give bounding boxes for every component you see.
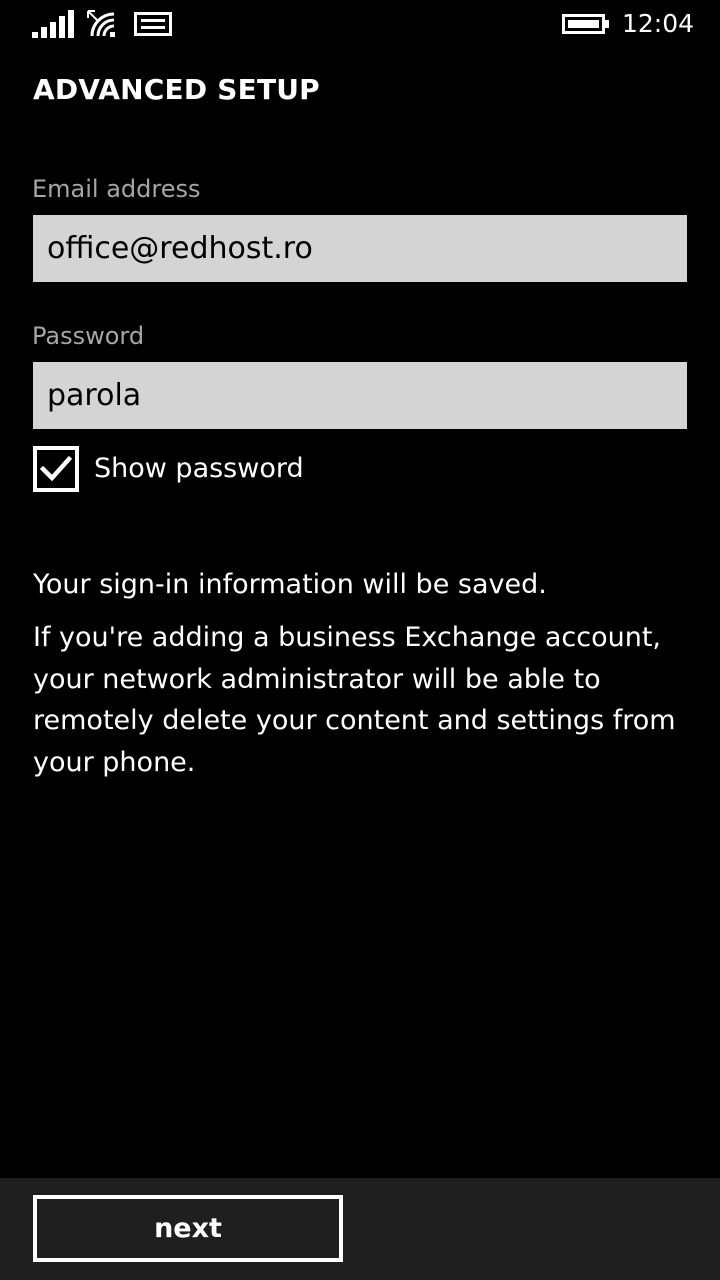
- info-saved-text: Your sign-in information will be saved.: [33, 569, 547, 600]
- page-title: ADVANCED SETUP: [33, 73, 320, 106]
- battery-icon: [562, 14, 609, 34]
- show-password-label[interactable]: Show password: [94, 450, 304, 488]
- message-icon: [134, 12, 172, 36]
- app-bar: next: [0, 1178, 720, 1280]
- info-exchange-text: If you're adding a business Exchange acc…: [33, 622, 676, 778]
- status-bar: 12:04: [0, 0, 720, 50]
- checkmark-icon: [40, 455, 72, 482]
- email-label: Email address: [32, 175, 201, 203]
- wifi-icon: [87, 10, 115, 37]
- show-password-checkbox[interactable]: [33, 446, 79, 492]
- signal-icon: [32, 10, 74, 38]
- clock: 12:04: [622, 9, 695, 38]
- next-button[interactable]: next: [33, 1195, 343, 1262]
- email-field[interactable]: office@redhost.ro: [33, 215, 687, 282]
- password-label: Password: [32, 322, 145, 350]
- show-password-checkbox-row[interactable]: Show password: [33, 446, 353, 492]
- password-field[interactable]: parola: [33, 362, 687, 429]
